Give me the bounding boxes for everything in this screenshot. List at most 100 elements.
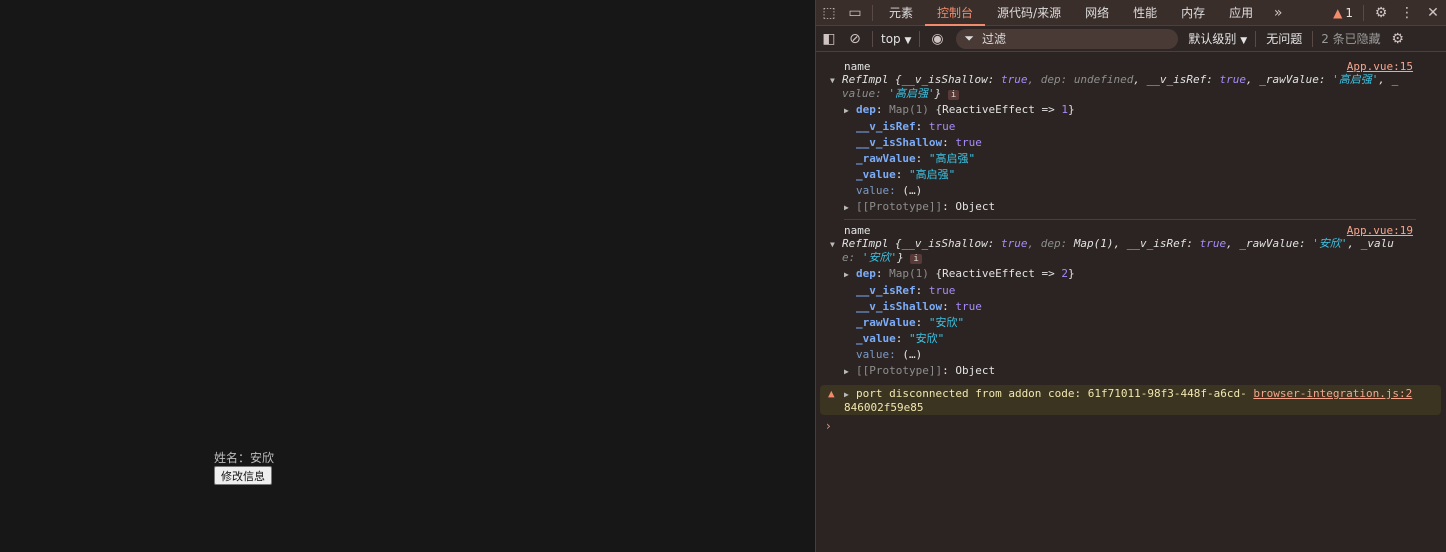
more-options-icon[interactable]: ⋮: [1394, 5, 1420, 21]
expanded-triangle-icon: ▼: [830, 76, 835, 85]
prop-prototype[interactable]: ▶ [[Prototype]]: Object: [844, 199, 1436, 216]
divider: [1363, 4, 1364, 21]
prop-value: true: [928, 120, 956, 133]
prop-value: "高启强": [928, 152, 976, 165]
object-summary[interactable]: ▼ RefImpl {__v_isShallow: true, dep: unde…: [830, 73, 1436, 87]
prop-key: dep: [856, 103, 876, 116]
context-select[interactable]: top ▼: [877, 32, 915, 46]
object-summary[interactable]: ▼ RefImpl {__v_isShallow: true, dep: Map(…: [830, 237, 1436, 251]
console-toolbar: ◧ ⊘ top ▼ ◉ ⏷ 过滤 默认级别 ▼ 无问题 2 条已隐藏 ⚙: [816, 26, 1446, 52]
console-prompt-icon[interactable]: ›: [826, 419, 1446, 433]
tab-network[interactable]: 网络: [1073, 0, 1121, 26]
devtools-panel: ⬚ ▭ 元素 控制台 源代码/来源 网络 性能 内存 应用 » ▲ 1 ⚙ ⋮ …: [815, 0, 1446, 552]
prop-getter[interactable]: value: (…): [844, 347, 1436, 363]
summary-text: , _rawValue:: [1246, 73, 1333, 86]
prop-key: _rawValue: [856, 316, 916, 329]
prop-key: _rawValue: [856, 152, 916, 165]
log-level-value: 默认级别: [1188, 32, 1237, 46]
prop-prototype[interactable]: ▶ [[Prototype]]: Object: [844, 363, 1436, 380]
warning-text: port disconnected from addon code: 61f71…: [856, 387, 1247, 400]
prop-value: 2: [1061, 267, 1068, 280]
prop-key: __v_isShallow: [856, 300, 943, 313]
prop-key: _value: [856, 332, 896, 345]
source-link[interactable]: browser-integration.js:2: [1253, 387, 1412, 400]
prop-value: }: [1067, 267, 1075, 280]
prop-value[interactable]: (…): [902, 348, 922, 361]
collapsed-triangle-icon[interactable]: ▶: [844, 388, 856, 401]
prop-rawvalue: _rawValue: "高启强": [856, 152, 976, 165]
warning-count[interactable]: 1: [1345, 6, 1353, 20]
filter-icon: ⏷: [964, 31, 975, 45]
edit-info-button[interactable]: 修改信息: [214, 466, 272, 485]
summary-value: '安欣': [861, 251, 898, 264]
page-viewport: 姓名：安欣 修改信息: [0, 0, 815, 552]
summary-text: , _: [1378, 73, 1399, 86]
prop-value: Object: [955, 364, 996, 377]
prop-value: {ReactiveEffect =>: [935, 267, 1062, 280]
prop-key: __v_isShallow: [856, 136, 943, 149]
divider: [919, 30, 921, 47]
summary-text: e:: [842, 251, 862, 264]
summary-value: '安欣': [1312, 237, 1348, 250]
settings-icon[interactable]: ⚙: [1368, 5, 1394, 21]
summary-text: , _rawValue:: [1226, 237, 1313, 250]
prop-value: Map(1): [889, 103, 936, 116]
prop-isref: __v_isRef: true: [856, 120, 956, 133]
issues-button[interactable]: 无问题: [1260, 30, 1308, 47]
summary-text: , _valu: [1347, 237, 1394, 250]
source-link[interactable]: App.vue:19: [1347, 224, 1413, 237]
summary-value: '高启强': [888, 87, 935, 100]
prop-value: "安欣": [928, 316, 965, 329]
prop-isshallow: __v_isShallow: true: [856, 136, 982, 149]
close-icon[interactable]: ✕: [1420, 5, 1446, 21]
divider: [844, 219, 1416, 220]
prop-value: _value: "高启强": [856, 168, 956, 181]
tab-performance[interactable]: 性能: [1121, 0, 1169, 26]
clear-console-icon[interactable]: ⊘: [842, 31, 868, 47]
prop-value[interactable]: (…): [902, 184, 922, 197]
warning-message: ▲ ▶ port disconnected from addon code: 61…: [820, 385, 1441, 415]
tab-console[interactable]: 控制台: [925, 0, 986, 26]
tab-application[interactable]: 应用: [1217, 0, 1265, 26]
prop-dep[interactable]: ▶ dep: Map(1) {ReactiveEffect => 2}: [844, 266, 1436, 283]
summary-text: }: [934, 87, 942, 100]
console-settings-icon[interactable]: ⚙: [1385, 31, 1411, 47]
prop-value: true: [955, 300, 982, 313]
summary-text: , __v_isRef:: [1113, 237, 1200, 250]
warning-icon[interactable]: ▲: [1333, 6, 1342, 20]
log-level-select[interactable]: 默认级别 ▼: [1184, 30, 1251, 47]
prop-value: Object: [955, 200, 996, 213]
prop-value: "高启强": [909, 168, 956, 181]
tab-elements[interactable]: 元素: [877, 0, 925, 26]
devtools-tabbar: ⬚ ▭ 元素 控制台 源代码/来源 网络 性能 内存 应用 » ▲ 1 ⚙ ⋮ …: [816, 0, 1446, 26]
inspect-element-icon[interactable]: ⬚: [816, 5, 842, 21]
summary-text: }: [897, 251, 904, 264]
tab-sources[interactable]: 源代码/来源: [985, 0, 1073, 26]
tab-memory[interactable]: 内存: [1169, 0, 1217, 26]
hidden-count: 2 条已隐藏: [1321, 32, 1381, 46]
filter-input[interactable]: ⏷ 过滤: [956, 28, 1179, 49]
collapsed-triangle-icon: ▶: [844, 203, 849, 212]
info-icon[interactable]: i: [947, 90, 960, 100]
sidebar-toggle-icon[interactable]: ◧: [816, 31, 842, 47]
prop-dep[interactable]: ▶ dep: Map(1) {ReactiveEffect => 1}: [844, 102, 1436, 119]
prop-key: [[Prototype]]: [856, 200, 943, 213]
summary-value: true: [1000, 237, 1028, 250]
more-tabs-icon[interactable]: »: [1265, 5, 1291, 21]
source-link[interactable]: App.vue:15: [1347, 60, 1413, 73]
eye-icon[interactable]: ◉: [924, 31, 950, 47]
prop-getter[interactable]: value: (…): [844, 183, 1436, 199]
summary-text: , dep:: [1027, 237, 1074, 250]
prop-key: __v_isRef: [856, 120, 916, 133]
prop-value: _value: "安欣": [856, 332, 945, 345]
warning-text-continued: 846002f59e85: [844, 401, 924, 414]
log-entry: name App.vue:15 ▼ RefImpl {__v_isShallow:…: [830, 58, 1446, 217]
device-toolbar-icon[interactable]: ▭: [842, 5, 868, 21]
prop-key: dep: [856, 267, 876, 280]
summary-text: , dep:: [1027, 73, 1074, 86]
divider: [872, 30, 873, 47]
prop-value: "安欣": [909, 332, 945, 345]
info-icon[interactable]: i: [910, 254, 922, 264]
prop-rawvalue: _rawValue: "安欣": [856, 316, 965, 329]
summary-text: RefImpl {__v_isShallow:: [842, 73, 1001, 86]
